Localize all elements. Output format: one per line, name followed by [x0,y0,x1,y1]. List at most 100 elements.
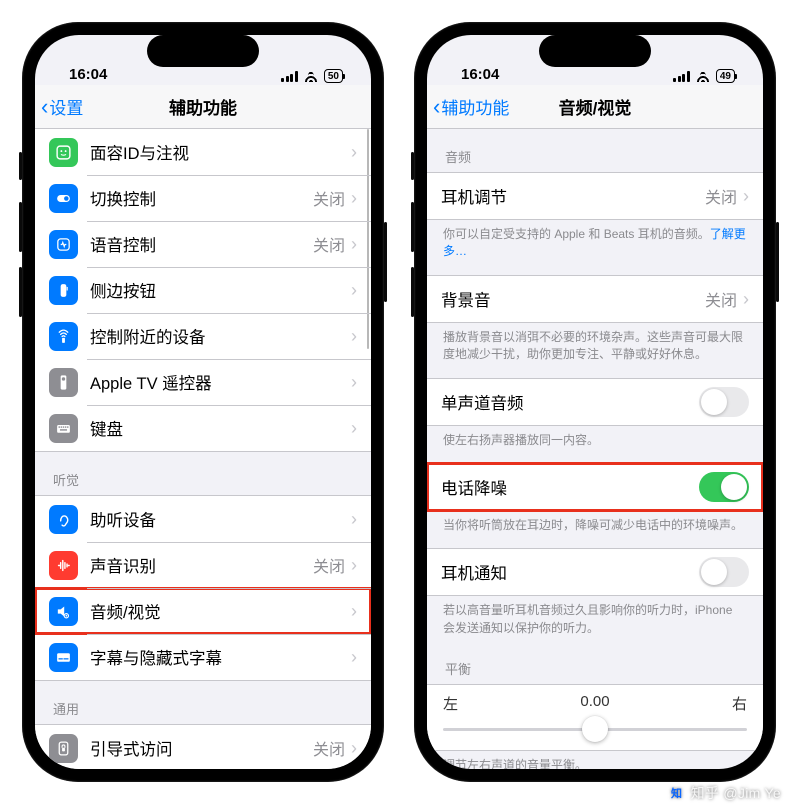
footer-headphone-accom: 你可以自定受支持的 Apple 和 Beats 耳机的音频。了解更多… [427,220,763,265]
row-switch-control[interactable]: 切换控制关闭 › [35,175,371,221]
row-label: 耳机通知 [441,549,699,595]
row-apple-tv-remote[interactable]: Apple TV 遥控器› [35,359,371,405]
row-label: 耳机调节 [441,173,705,219]
chevron-right-icon: › [743,187,749,205]
row-label: 背景音 [441,276,705,322]
row-value: 关闭 [313,186,345,210]
toggle-phone-noise-cancel[interactable] [699,472,749,502]
balance-slider[interactable] [443,718,747,740]
signal-icon [281,71,298,82]
wifi-icon [695,70,711,82]
dynamic-island [147,35,259,67]
chevron-right-icon: › [351,419,357,437]
row-balance: 左 0.00 右 [427,685,763,750]
row-label: 电话降噪 [441,464,699,510]
row-label: 语音控制 [90,221,313,267]
row-audio-visual[interactable]: 音频/视觉› [35,588,371,634]
chevron-right-icon: › [351,510,357,528]
balance-right-label: 右 [732,693,747,714]
chevron-right-icon: › [351,143,357,161]
row-guided-access[interactable]: 引导式访问关闭 › [35,725,371,769]
chevron-right-icon: › [351,739,357,757]
footer-headphone-notify: 若以高音量听耳机音频过久且影响你的听力时，iPhone 会发送通知以保护你的听力… [427,596,763,641]
battery-icon: 49 [716,69,735,83]
row-phone-noise-cancel[interactable]: 电话降噪 [427,464,763,510]
nav-title: 音频/视觉 [427,94,763,119]
row-headphone-notifications[interactable]: 耳机通知 [427,549,763,595]
toggle-mono-audio[interactable] [699,387,749,417]
side-button-icon [49,276,78,305]
row-label: 声音识别 [90,542,313,588]
row-hearing[interactable]: 助听设备› [35,496,371,542]
balance-left-label: 左 [443,693,458,714]
row-background-sounds[interactable]: 背景音 关闭 › [427,276,763,322]
row-label: 控制附近的设备 [90,313,351,359]
face-icon [49,138,78,167]
section-header-hearing: 听觉 [35,452,371,495]
row-label: 音频/视觉 [90,588,351,634]
nav-title: 辅助功能 [35,94,371,119]
row-value: 关闭 [705,184,737,208]
settings-scroll[interactable]: 面容ID与注视›切换控制关闭›语音控制关闭›侧边按钮›控制附近的设备›Apple… [35,129,371,769]
row-mono-audio[interactable]: 单声道音频 [427,379,763,425]
row-value: 关闭 [313,736,345,760]
chevron-right-icon: › [351,189,357,207]
phone-right: 16:04 49 ‹ 辅助功能 音频/视觉 音频 耳机调节 [414,22,776,782]
settings-scroll[interactable]: 音频 耳机调节 关闭 › 你可以自定受支持的 Apple 和 Beats 耳机的… [427,129,763,769]
row-label: 面容ID与注视 [90,129,351,175]
section-header-balance: 平衡 [427,641,763,684]
row-face[interactable]: 面容ID与注视› [35,129,371,175]
footer-balance: 调节左右声道的音量平衡。 [427,751,763,769]
row-nearby-control[interactable]: 控制附近的设备› [35,313,371,359]
battery-icon: 50 [324,69,343,83]
switch-control-icon [49,184,78,213]
chevron-right-icon: › [351,235,357,253]
row-value: 关闭 [705,287,737,311]
row-subtitles[interactable]: 字幕与隐藏式字幕› [35,634,371,680]
section-header-audio: 音频 [427,129,763,172]
watermark-text: 知乎 @Jim Ye [691,783,781,803]
watermark: 知 知乎 @Jim Ye [669,783,781,803]
footer-mono-audio: 使左右扬声器播放同一内容。 [427,426,763,453]
row-label: 助听设备 [90,496,351,542]
status-time: 16:04 [461,66,673,83]
keyboard-icon [49,414,78,443]
row-label: 引导式访问 [90,725,313,769]
chevron-right-icon: › [351,648,357,666]
row-label: 切换控制 [90,175,313,221]
chevron-right-icon: › [351,602,357,620]
row-headphone-accommodations[interactable]: 耳机调节 关闭 › [427,173,763,219]
subtitles-icon [49,643,78,672]
row-value: 关闭 [313,232,345,256]
row-label: 字幕与隐藏式字幕 [90,634,351,680]
sound-recognition-icon [49,551,78,580]
chevron-right-icon: › [351,327,357,345]
footer-phone-noise: 当你将听筒放在耳边时，降噪可减少电话中的环境噪声。 [427,511,763,538]
row-label: Apple TV 遥控器 [90,359,351,405]
status-time: 16:04 [69,66,281,83]
row-label: 侧边按钮 [90,267,351,313]
row-label: 单声道音频 [441,379,699,425]
row-sound-recognition[interactable]: 声音识别关闭 › [35,542,371,588]
zhihu-logo-icon: 知 [669,785,685,801]
row-value: 关闭 [313,553,345,577]
slider-knob[interactable] [582,716,608,742]
guided-access-icon [49,734,78,763]
dynamic-island [539,35,651,67]
row-keyboard[interactable]: 键盘› [35,405,371,451]
audio-visual-icon [49,597,78,626]
row-voice-control[interactable]: 语音控制关闭 › [35,221,371,267]
chevron-right-icon: › [743,290,749,308]
footer-background-sounds: 播放背景音以消弭不必要的环境杂声。这些声音可最大限度地减少干扰，助你更加专注、平… [427,323,763,368]
toggle-headphone-notifications[interactable] [699,557,749,587]
phone-left: 16:04 50 ‹ 设置 辅助功能 面容ID与注视›切换控制关闭›语音控制关闭… [22,22,384,782]
hearing-icon [49,505,78,534]
signal-icon [673,71,690,82]
nearby-control-icon [49,322,78,351]
chevron-right-icon: › [351,281,357,299]
apple-tv-remote-icon [49,368,78,397]
row-side-button[interactable]: 侧边按钮› [35,267,371,313]
balance-value: 0.00 [458,693,732,714]
chevron-right-icon: › [351,556,357,574]
voice-control-icon [49,230,78,259]
